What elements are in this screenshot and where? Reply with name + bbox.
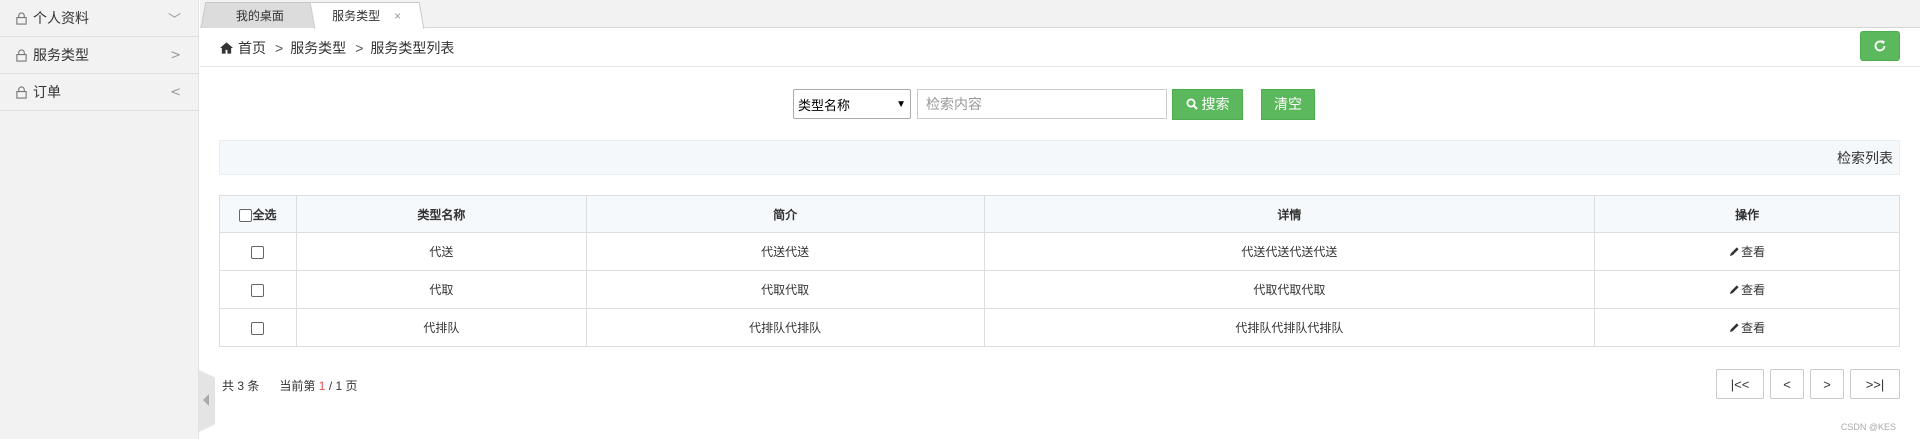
search-input[interactable]: 检索内容 xyxy=(917,89,1167,119)
view-link[interactable]: 查看 xyxy=(1729,243,1765,260)
home-icon xyxy=(220,41,233,54)
breadcrumb-level2: 服务类型列表 xyxy=(370,39,455,56)
page-slash: / xyxy=(328,379,333,393)
breadcrumb-separator: > xyxy=(355,39,364,56)
cell-name: 代取 xyxy=(295,270,587,309)
view-label: 查看 xyxy=(1741,245,1766,259)
cell-intro: 代送代送 xyxy=(585,232,985,271)
row-checkbox[interactable] xyxy=(251,245,265,259)
pages-suffix: 页 xyxy=(345,379,358,393)
breadcrumb: 首页 > 服务类型 > 服务类型列表 xyxy=(200,29,1920,67)
header-detail: 详情 xyxy=(983,195,1596,233)
search-bar: 类型名称 ▼ 检索内容 搜索 清空 xyxy=(793,88,1315,120)
table-row: 代取 代取代取 代取代取代取 查看 xyxy=(219,270,1900,309)
cell-name: 代送 xyxy=(295,232,587,271)
sidebar-item-profile[interactable]: 个人资料 ﹀ xyxy=(0,0,198,37)
close-icon[interactable]: × xyxy=(395,9,402,23)
total-suffix: 条 xyxy=(247,379,260,393)
select-all-checkbox[interactable] xyxy=(239,208,253,222)
header-select-all[interactable]: 全选 xyxy=(219,195,297,233)
chevron-down-icon: ▼ xyxy=(896,98,906,110)
breadcrumb-home[interactable]: 首页 xyxy=(238,38,266,58)
cell-intro: 代取代取 xyxy=(585,270,985,309)
clear-button[interactable]: 清空 xyxy=(1261,88,1315,120)
search-button[interactable]: 搜索 xyxy=(1172,88,1243,120)
lock-icon xyxy=(16,48,27,62)
view-label: 查看 xyxy=(1741,321,1766,335)
header-name: 类型名称 xyxy=(295,195,587,233)
sidebar-item-orders[interactable]: 订单 < xyxy=(0,74,198,111)
tab-label: 我的桌面 xyxy=(235,9,284,23)
total-prefix: 共 xyxy=(222,379,235,393)
page-count: 1 xyxy=(335,379,343,393)
row-checkbox[interactable] xyxy=(251,283,265,297)
header-action: 操作 xyxy=(1594,195,1900,233)
table-row: 代排队 代排队代排队 代排队代排队代排队 查看 xyxy=(219,308,1900,347)
refresh-button[interactable] xyxy=(1860,31,1900,61)
cell-detail: 代排队代排队代排队 xyxy=(983,308,1596,347)
current-prefix: 当前第 xyxy=(279,379,316,393)
sidebar-collapse-handle[interactable] xyxy=(199,370,215,432)
chevron-down-icon: ﹀ xyxy=(167,12,181,28)
caret-left-icon xyxy=(203,394,209,406)
panel-title: 检索列表 xyxy=(1837,149,1893,166)
view-link[interactable]: 查看 xyxy=(1729,281,1765,298)
refresh-icon xyxy=(1874,40,1886,52)
data-table: 全选 类型名称 简介 详情 操作 代送 代送代送 代送代送代送代送 查看 代取 … xyxy=(219,195,1900,347)
pager: |<< < > >>| xyxy=(1716,369,1900,399)
sidebar-item-label: 订单 xyxy=(33,84,61,100)
sidebar-item-label: 个人资料 xyxy=(33,10,89,26)
pagination-info: 共 3 条 当前第 1 / 1 页 xyxy=(222,377,358,394)
cell-detail: 代取代取代取 xyxy=(983,270,1596,309)
header-intro: 简介 xyxy=(585,195,985,233)
select-value: 类型名称 xyxy=(798,97,851,113)
pencil-icon xyxy=(1729,247,1739,257)
breadcrumb-level1[interactable]: 服务类型 xyxy=(290,38,346,58)
search-field-select[interactable]: 类型名称 ▼ xyxy=(793,89,911,119)
last-page-button[interactable]: >>| xyxy=(1850,369,1900,399)
lock-icon xyxy=(16,11,27,25)
pencil-icon xyxy=(1729,285,1739,295)
first-page-button[interactable]: |<< xyxy=(1716,369,1764,399)
chevron-left-icon: < xyxy=(170,84,181,100)
tab-my-desktop[interactable]: 我的桌面 xyxy=(200,2,320,28)
cell-detail: 代送代送代送代送 xyxy=(983,232,1596,271)
sidebar-item-service-types[interactable]: 服务类型 > xyxy=(0,37,198,74)
tab-label: 服务类型 xyxy=(332,9,381,23)
search-icon xyxy=(1186,98,1198,110)
lock-icon xyxy=(16,85,27,99)
chevron-right-icon: > xyxy=(170,47,181,63)
search-button-label: 搜索 xyxy=(1201,96,1230,112)
watermark: CSDN @KES xyxy=(1840,422,1896,432)
tab-service-types[interactable]: 服务类型 × xyxy=(309,2,425,29)
view-label: 查看 xyxy=(1741,283,1766,297)
current-page: 1 xyxy=(318,379,326,393)
next-page-button[interactable]: > xyxy=(1810,369,1844,399)
table-header-row: 全选 类型名称 简介 详情 操作 xyxy=(219,195,1900,233)
row-checkbox[interactable] xyxy=(251,321,265,335)
cell-intro: 代排队代排队 xyxy=(585,308,985,347)
panel-header: 检索列表 xyxy=(219,140,1900,175)
breadcrumb-separator: > xyxy=(275,39,284,56)
view-link[interactable]: 查看 xyxy=(1729,319,1765,336)
sidebar: 个人资料 ﹀ 服务类型 > 订单 < xyxy=(0,0,199,439)
select-all-label: 全选 xyxy=(252,207,277,222)
pencil-icon xyxy=(1729,323,1739,333)
cell-name: 代排队 xyxy=(295,308,587,347)
prev-page-button[interactable]: < xyxy=(1770,369,1804,399)
total-count: 3 xyxy=(237,379,245,393)
tab-bar: 我的桌面 服务类型 × xyxy=(200,0,1920,29)
sidebar-item-label: 服务类型 xyxy=(33,47,89,63)
table-row: 代送 代送代送 代送代送代送代送 查看 xyxy=(219,232,1900,271)
